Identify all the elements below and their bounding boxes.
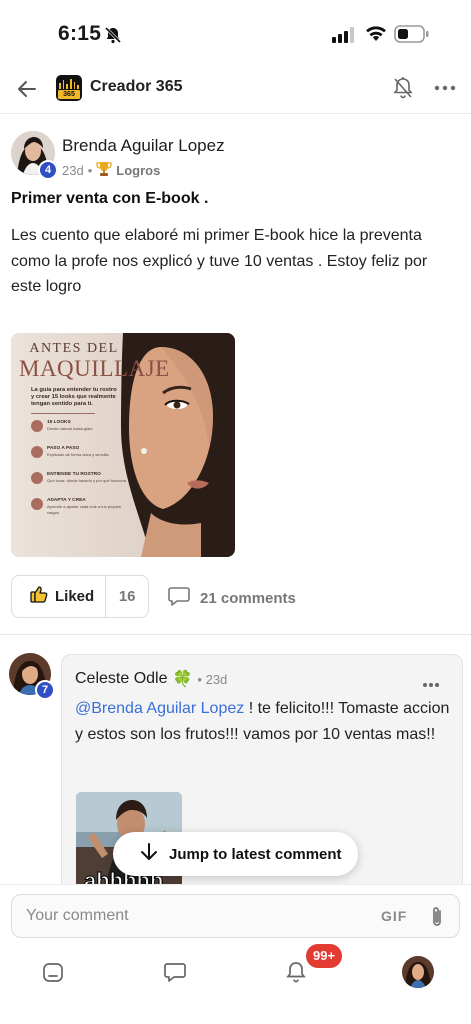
like-button[interactable]: Liked 16 [11,575,149,618]
comment-header: Celeste Odle 🍀 • 23d [75,669,227,689]
status-time: 6:15 [58,22,102,45]
comment-author-name[interactable]: Celeste Odle [75,670,168,688]
gif-button[interactable]: GIF [381,908,407,924]
ebook-intro: La guía para entender tu rostro y crear … [31,387,117,407]
ebook-feature-list: 15 LOOKS Desde natural hasta glam PASO A… [31,420,129,524]
comment-bubble-icon [168,586,190,610]
comments-link[interactable]: 21 comments [168,586,296,610]
attachment-icon[interactable] [428,905,446,934]
jump-to-latest-button[interactable]: Jump to latest comment [113,832,358,876]
comment-more-icon[interactable] [422,675,440,693]
commenter-level-badge: 7 [35,680,55,700]
back-arrow-icon[interactable] [14,76,40,102]
ebook-feature: 15 LOOKS Desde natural hasta glam [31,420,129,446]
notifications-off-icon[interactable] [391,76,415,105]
meta-separator: • [87,163,93,178]
notifications-icon[interactable] [284,960,308,989]
mention-link[interactable]: @Brenda Aguilar Lopez [75,700,244,717]
status-bar: 6:15 [0,0,471,64]
comment-input[interactable]: Your comment GIF [11,894,460,938]
logo-text: 365 [58,90,80,99]
like-count[interactable]: 16 [106,588,148,605]
cellular-signal-icon [332,27,356,48]
feature-sub: Explicado de forma clara y sencilla [47,452,109,457]
wifi-icon [365,24,387,47]
app-header: 365 Creador 365 [0,64,471,114]
notification-count-badge: 99+ [306,944,343,968]
profile-avatar[interactable] [402,956,434,988]
post-image[interactable]: ANTES DEL MAQUILLAJE La guía para entend… [11,333,235,557]
jump-button-label: Jump to latest comment [169,845,342,863]
ebook-heading-2: MAQUILLAJE [19,356,170,381]
trophy-icon [96,161,112,180]
home-icon[interactable] [41,960,65,989]
divider [0,634,471,635]
comment-text: @Brenda Aguilar Lopez ! te felicito!!! T… [75,696,450,748]
community-logo[interactable]: 365 [56,75,82,101]
ebook-feature: PASO A PASO Explicado de forma clara y s… [31,446,129,472]
more-options-icon[interactable] [434,78,456,103]
thumbs-up-icon [30,585,48,608]
liked-label: Liked [55,588,95,605]
ebook-heading-1: ANTES DEL [29,341,119,356]
comments-count-label: 21 comments [200,589,296,607]
arrow-down-icon [139,842,159,866]
post-category[interactable]: Logros [116,163,160,178]
ebook-feature: ADAPTA Y CREA Aprende a ajustar cada loo… [31,498,129,524]
post-body: Les cuento que elaboré mi primer E-book … [11,227,428,295]
author-level-badge: 4 [38,160,58,180]
post-meta: 23d • Logros [62,161,160,180]
post-author-name[interactable]: Brenda Aguilar Lopez [62,136,225,156]
bell-off-icon [104,26,122,49]
post-age: 23d [62,163,84,178]
chat-icon[interactable] [163,960,187,989]
comment-input-placeholder: Your comment [26,907,129,924]
clover-emoji: 🍀 [172,671,193,688]
composer-bar: Your comment GIF [0,884,471,948]
feature-sub: Desde natural hasta glam [47,426,93,431]
feature-sub: Aprende a ajustar cada look a tus propio… [47,504,121,515]
ebook-feature: ENTIENDE TU ROSTRO Qué tocar, dónde hace… [31,472,129,498]
feature-sub: Qué tocar, dónde hacerlo y por qué funci… [47,478,126,483]
battery-icon [394,25,430,48]
comment-time: • 23d [197,671,228,687]
bottom-tab-bar: 99+ [0,944,471,1024]
community-title[interactable]: Creador 365 [90,78,183,96]
post-title: Primer venta con E-book . [11,190,209,207]
